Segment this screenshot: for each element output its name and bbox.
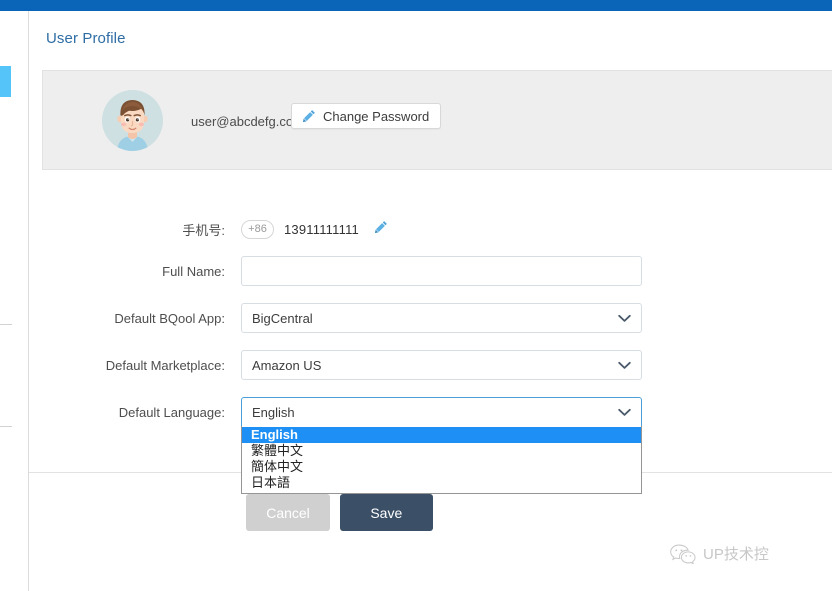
change-password-label: Change Password [323, 108, 430, 124]
chevron-down-icon [618, 311, 631, 326]
default-language-label: Default Language: [118, 404, 225, 420]
default-app-value: BigCentral [252, 310, 313, 326]
watermark-text: UP技术控 [703, 546, 769, 563]
form-row-phone: 手机号: +86 13911111111 [29, 214, 832, 244]
default-app-label: Default BQool App: [114, 310, 225, 326]
dropdown-option-japanese[interactable]: 日本語 [242, 475, 641, 491]
form-row-default-app: Default BQool App: BigCentral [29, 303, 832, 333]
pencil-icon [302, 109, 316, 123]
user-email: user@abcdefg.com [191, 113, 304, 129]
phone-label: 手机号: [182, 222, 225, 238]
default-language-value: English [252, 404, 295, 420]
fullname-label: Full Name: [162, 263, 225, 279]
fullname-field-wrap [241, 256, 642, 286]
dropdown-option-traditional-chinese[interactable]: 繁體中文 [242, 443, 641, 459]
change-password-button[interactable]: Change Password [291, 103, 442, 129]
default-language-select[interactable]: English [241, 397, 642, 427]
dropdown-option-simplified-chinese[interactable]: 簡体中文 [242, 459, 641, 475]
page-title: User Profile [46, 30, 126, 47]
save-button[interactable]: Save [339, 494, 433, 531]
main-content: User Profile user@abcdefg.com Change Pas… [29, 11, 832, 591]
default-marketplace-label: Default Marketplace: [105, 357, 225, 373]
rail-dash-mark [0, 324, 12, 325]
dropdown-option-english[interactable]: English [242, 427, 641, 443]
pencil-icon[interactable] [374, 220, 388, 239]
default-language-field-wrap: English [241, 397, 642, 427]
rail-dash-mark [0, 426, 12, 427]
cancel-button[interactable]: Cancel [246, 494, 330, 531]
default-marketplace-value: Amazon US [252, 357, 322, 373]
phone-country-code: +86 [241, 219, 274, 239]
chevron-down-icon [618, 358, 631, 373]
phone-number: 13911111111 [284, 221, 359, 237]
footer-button-row: Cancel Save [29, 494, 832, 531]
app-screen: User Profile user@abcdefg.com Change Pas… [0, 0, 832, 591]
default-app-select[interactable]: BigCentral [241, 303, 642, 333]
avatar [102, 90, 163, 151]
default-app-field-wrap: BigCentral [241, 303, 642, 333]
form-row-fullname: Full Name: [29, 256, 832, 286]
default-marketplace-select[interactable]: Amazon US [241, 350, 642, 380]
phone-field: +86 13911111111 [241, 214, 388, 244]
left-collapse-tab[interactable] [0, 66, 11, 97]
left-rail [0, 11, 28, 591]
default-language-dropdown-list[interactable]: English 繁體中文 簡体中文 日本語 [241, 426, 642, 494]
fullname-input[interactable] [241, 256, 642, 286]
chevron-down-icon [618, 405, 631, 420]
watermark: UP技术控 [670, 543, 769, 564]
profile-panel: user@abcdefg.com Change Password [42, 70, 832, 170]
form-row-default-marketplace: Default Marketplace: Amazon US [29, 350, 832, 380]
form-row-default-language: Default Language: English [29, 397, 832, 427]
top-blue-bar [0, 0, 832, 11]
wechat-icon [670, 544, 696, 564]
default-marketplace-field-wrap: Amazon US [241, 350, 642, 380]
